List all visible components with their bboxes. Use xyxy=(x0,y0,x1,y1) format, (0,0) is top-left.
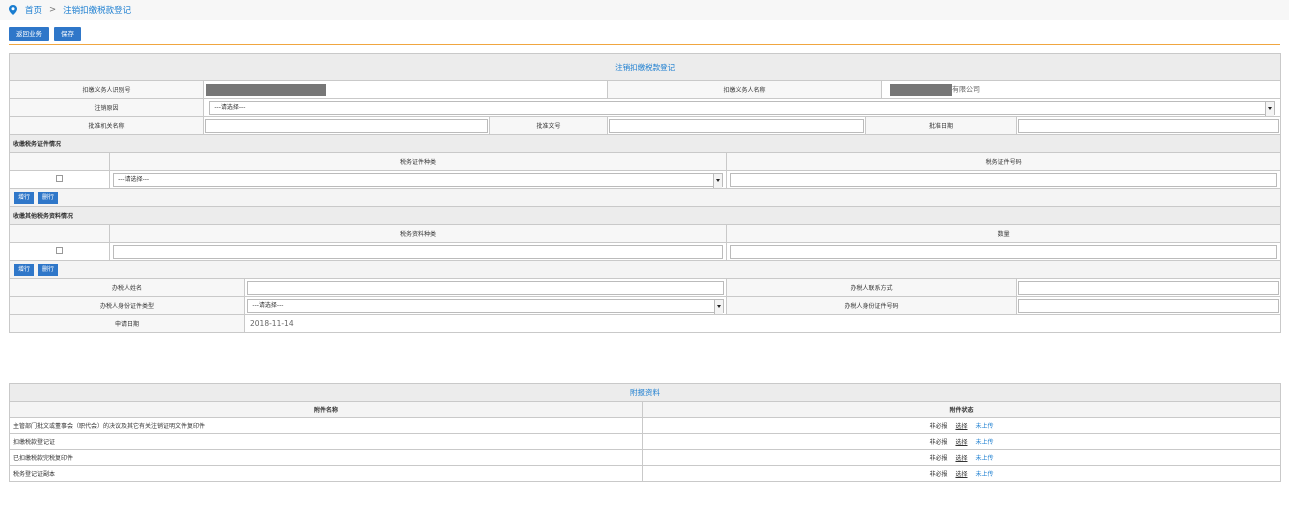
toolbar-divider xyxy=(9,44,1280,45)
approval-authority-input[interactable] xyxy=(205,118,488,133)
tax-cert-type-select[interactable]: ---请选择--- xyxy=(113,172,723,188)
approval-date-label: 批准日期 xyxy=(865,116,1017,135)
delete-row-button[interactable]: 删行 xyxy=(38,191,59,204)
handler-contact-label: 办税人联系方式 xyxy=(726,278,1017,297)
breadcrumb-separator: > xyxy=(49,5,57,15)
choose-file-link[interactable]: 选择 xyxy=(955,455,967,462)
quantity-cell xyxy=(725,242,1282,261)
tax-cert-no-input[interactable] xyxy=(729,172,1278,187)
upload-status: 未上传 xyxy=(975,455,994,462)
approval-authority-cell xyxy=(203,116,490,135)
tax-cert-no-cell xyxy=(725,170,1282,189)
attachment-status: 非必报 选择 未上传 xyxy=(642,449,1281,466)
back-button[interactable]: 返回业务 xyxy=(9,27,49,41)
tax-cert-no-header: 税务证件号码 xyxy=(725,152,1282,171)
attachment-name: 已扣缴税款完税复印件 xyxy=(9,449,643,466)
add-row-button[interactable]: 增行 xyxy=(14,191,35,204)
choose-file-link[interactable]: 选择 xyxy=(955,471,967,478)
cancel-reason-select[interactable]: ---请选择--- xyxy=(209,100,1275,116)
table-row: 已扣缴税款完税复印件 非必报 选择 未上传 xyxy=(9,449,1281,466)
cancel-reason-cell: ---请选择--- xyxy=(202,98,1282,117)
handler-id-no-label: 办税人身份证件号码 xyxy=(726,296,1017,315)
handler-name-label: 办税人姓名 xyxy=(9,278,245,297)
approval-doc-cell xyxy=(607,116,866,135)
tax-cert-row-actions: 增行 删行 xyxy=(8,188,1282,207)
breadcrumb-current: 注销扣缴税款登记 xyxy=(63,6,132,16)
cancel-reason-label: 注销原因 xyxy=(9,98,204,117)
handler-contact-cell xyxy=(1015,278,1282,297)
apply-date-value: 2018-11-14 xyxy=(243,314,1282,333)
doc-name-header: 税务资料种类 xyxy=(109,224,727,243)
handler-id-type-select[interactable]: ---请选择--- xyxy=(247,298,724,314)
checkbox-header xyxy=(9,224,110,243)
redacted-value xyxy=(206,83,326,96)
withholder-id-label: 扣缴义务人识别号 xyxy=(9,80,204,99)
handler-id-type-cell: ---请选择--- xyxy=(244,296,727,315)
doc-name-cell xyxy=(109,242,727,261)
choose-file-link[interactable]: 选择 xyxy=(955,439,967,446)
form-title: 注销扣缴税款登记 xyxy=(8,53,1282,81)
choose-file-link[interactable]: 选择 xyxy=(955,423,967,430)
chevron-down-icon[interactable] xyxy=(1264,101,1274,116)
chevron-down-icon[interactable] xyxy=(713,299,723,314)
approval-date-input[interactable] xyxy=(1018,118,1279,133)
quantity-header: 数量 xyxy=(725,224,1282,243)
approval-date-cell xyxy=(1015,116,1282,135)
attachment-name-header: 附件名称 xyxy=(9,401,643,418)
attachment-name: 扣缴税款登记证 xyxy=(9,433,643,450)
quantity-input[interactable] xyxy=(729,244,1278,259)
other-docs-section-title: 收缴其他税务资料情况 xyxy=(8,206,1282,225)
handler-id-type-label: 办税人身份证件类型 xyxy=(9,296,245,315)
registration-form: 注销扣缴税款登记 扣缴义务人识别号 扣缴义务人名称 有限公司 注销原因 ---请… xyxy=(8,53,1282,333)
doc-name-input[interactable] xyxy=(113,244,723,259)
toolbar: 返回业务 保存 xyxy=(9,27,81,41)
withholder-id-field xyxy=(203,80,608,99)
redacted-value xyxy=(890,83,952,96)
attachments-table: 附报资料 附件名称 附件状态 主管部门批文或董事会（职代会）的决议及其它有关注销… xyxy=(9,383,1281,482)
handler-id-no-cell xyxy=(1015,296,1282,315)
tax-cert-section-title: 收缴税务证件情况 xyxy=(8,134,1282,153)
attachments-title: 附报资料 xyxy=(9,383,1281,402)
checkbox-header xyxy=(9,152,110,171)
upload-status: 未上传 xyxy=(975,439,994,446)
withholder-name-label: 扣缴义务人名称 xyxy=(607,80,882,99)
other-docs-row-actions: 增行 删行 xyxy=(8,260,1282,279)
delete-row-button[interactable]: 删行 xyxy=(38,263,59,276)
row-checkbox-cell xyxy=(9,170,110,189)
upload-status: 未上传 xyxy=(975,471,994,478)
handler-id-no-input[interactable] xyxy=(1018,298,1279,313)
attachment-status: 非必报 选择 未上传 xyxy=(642,433,1281,450)
attachment-name: 税务登记证副本 xyxy=(9,465,643,482)
handler-contact-input[interactable] xyxy=(1018,280,1279,295)
add-row-button[interactable]: 增行 xyxy=(14,263,35,276)
breadcrumb-home-link[interactable]: 首页 xyxy=(25,4,42,16)
handler-name-cell xyxy=(244,278,727,297)
row-checkbox[interactable] xyxy=(56,247,63,254)
tax-cert-type-cell: ---请选择--- xyxy=(109,170,727,189)
attachment-status: 非必报 选择 未上传 xyxy=(642,465,1281,482)
row-checkbox[interactable] xyxy=(56,175,63,182)
approval-authority-label: 批准机关名称 xyxy=(9,116,204,135)
attachment-status-header: 附件状态 xyxy=(642,401,1281,418)
save-button[interactable]: 保存 xyxy=(54,27,81,41)
table-row: 扣缴税款登记证 非必报 选择 未上传 xyxy=(9,433,1281,450)
apply-date-label: 申请日期 xyxy=(9,314,245,333)
attachment-name: 主管部门批文或董事会（职代会）的决议及其它有关注销证明文件复印件 xyxy=(9,417,643,434)
chevron-down-icon[interactable] xyxy=(712,173,722,188)
tax-cert-type-header: 税务证件种类 xyxy=(109,152,727,171)
approval-doc-label: 批准文号 xyxy=(489,116,608,135)
upload-status: 未上传 xyxy=(975,423,994,430)
table-row: 主管部门批文或董事会（职代会）的决议及其它有关注销证明文件复印件 非必报 选择 未上… xyxy=(9,417,1281,434)
attachment-status: 非必报 选择 未上传 xyxy=(642,417,1281,434)
approval-doc-input[interactable] xyxy=(609,118,864,133)
row-checkbox-cell xyxy=(9,242,110,261)
table-row: 税务登记证副本 非必报 选择 未上传 xyxy=(9,465,1281,482)
handler-name-input[interactable] xyxy=(247,280,724,295)
withholder-name-field: 有限公司 xyxy=(880,80,1282,99)
breadcrumb: 首页 > 注销扣缴税款登记 xyxy=(0,0,1289,20)
location-pin-icon xyxy=(9,5,17,15)
